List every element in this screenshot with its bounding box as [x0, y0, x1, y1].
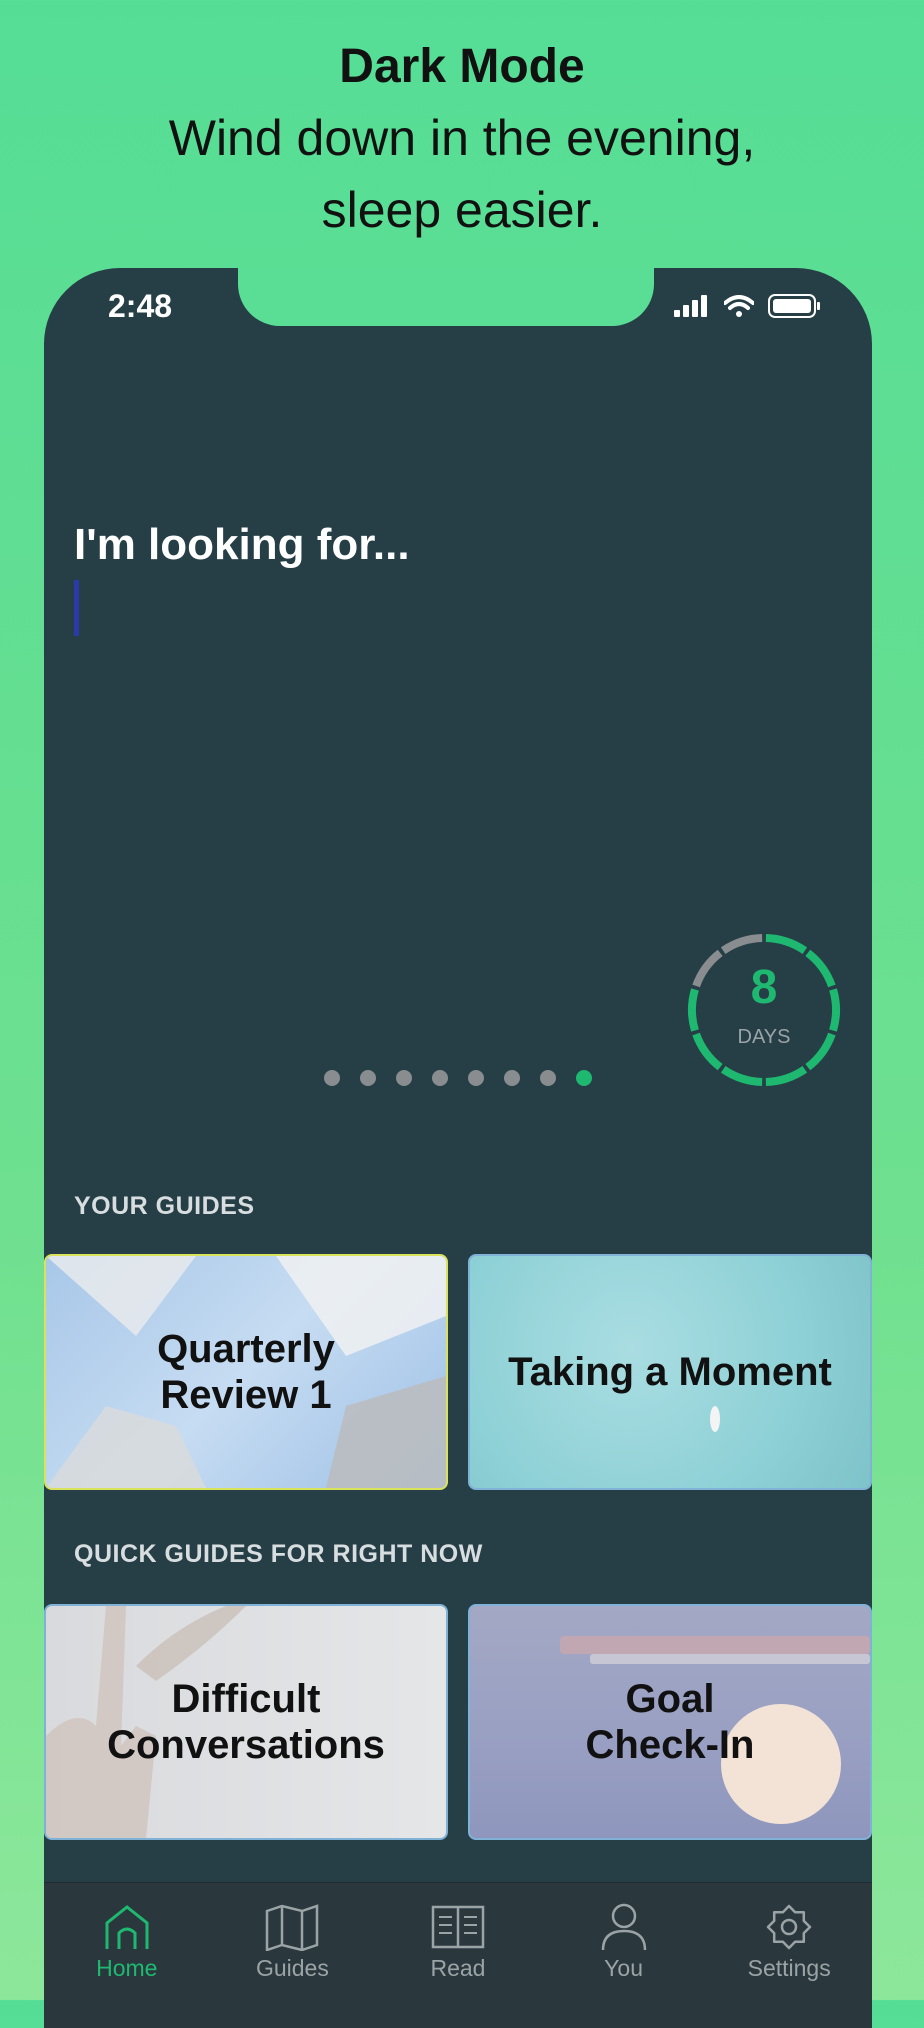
tab-bar: Home Guides Read You Settings [44, 1882, 872, 2028]
card-title-line2: Conversations [107, 1723, 385, 1767]
tab-label: Settings [747, 1955, 831, 1981]
home-icon [105, 1905, 149, 1949]
tab-you[interactable]: You [541, 1883, 707, 2028]
streak-segment-filled [765, 934, 808, 955]
streak-segment-empty [720, 934, 763, 955]
streak-segment-filled [720, 1065, 763, 1086]
promo-subtitle-line1: Wind down in the evening, [168, 110, 756, 166]
battery-icon [768, 294, 820, 318]
guide-card-goal-check-in[interactable]: Goal Check-In [468, 1604, 872, 1840]
tab-home[interactable]: Home [44, 1883, 210, 2028]
phone-screen: 2:48 I'm looking for... 8 DAYS YOUR GUID… [44, 268, 872, 2028]
gear-icon [766, 1904, 812, 1950]
streak-segment-filled [765, 1065, 808, 1086]
tab-guides[interactable]: Guides [210, 1883, 376, 2028]
tab-read[interactable]: Read [375, 1883, 541, 2028]
carousel-page-indicator[interactable] [324, 1070, 592, 1086]
promo-subtitle-line2: sleep easier. [321, 182, 603, 238]
signal-icon [674, 295, 707, 317]
text-cursor [74, 580, 79, 636]
promo-header: Dark Mode Wind down in the evening, slee… [0, 32, 924, 246]
your-guides-header: YOUR GUIDES [74, 1192, 255, 1220]
carousel-dot[interactable] [432, 1070, 448, 1086]
carousel-dot[interactable] [540, 1070, 556, 1086]
card-title-line1: Difficult [171, 1677, 321, 1721]
quick-guides-header: QUICK GUIDES FOR RIGHT NOW [74, 1540, 483, 1568]
streak-ring[interactable]: 8 DAYS [684, 930, 844, 1090]
card-title-line1: Goal [625, 1677, 715, 1721]
carousel-dot[interactable] [396, 1070, 412, 1086]
tab-settings[interactable]: Settings [706, 1883, 872, 2028]
promo-title: Dark Mode [339, 40, 585, 93]
streak-count: 8 [750, 961, 778, 1014]
wifi-icon [724, 295, 754, 317]
tab-label: Read [430, 1955, 486, 1981]
status-time: 2:48 [108, 288, 173, 324]
carousel-dot[interactable] [504, 1070, 520, 1086]
guide-card-taking-a-moment[interactable]: Taking a Moment [468, 1254, 872, 1490]
status-icons [674, 294, 822, 318]
guide-card-quarterly-review[interactable]: Quarterly Review 1 [44, 1254, 448, 1490]
card-title-line1: Quarterly [157, 1327, 335, 1371]
card-title-line1: Taking a Moment [508, 1350, 832, 1394]
phone-notch [238, 268, 654, 326]
carousel-dot[interactable] [324, 1070, 340, 1086]
carousel-dot[interactable] [360, 1070, 376, 1086]
carousel-dot-active[interactable] [576, 1070, 592, 1086]
tab-label: Home [96, 1955, 158, 1981]
person-icon [601, 1903, 646, 1951]
book-icon [431, 1905, 485, 1949]
search-prompt[interactable]: I'm looking for... [74, 520, 410, 570]
guide-card-difficult-conversations[interactable]: Difficult Conversations [44, 1604, 448, 1840]
tab-label: You [604, 1955, 643, 1981]
tab-label: Guides [255, 1955, 329, 1981]
map-icon [266, 1904, 319, 1951]
carousel-dot[interactable] [468, 1070, 484, 1086]
card-title-line2: Review 1 [160, 1373, 332, 1417]
streak-label: DAYS [737, 1026, 791, 1048]
card-title-line2: Check-In [585, 1723, 755, 1767]
